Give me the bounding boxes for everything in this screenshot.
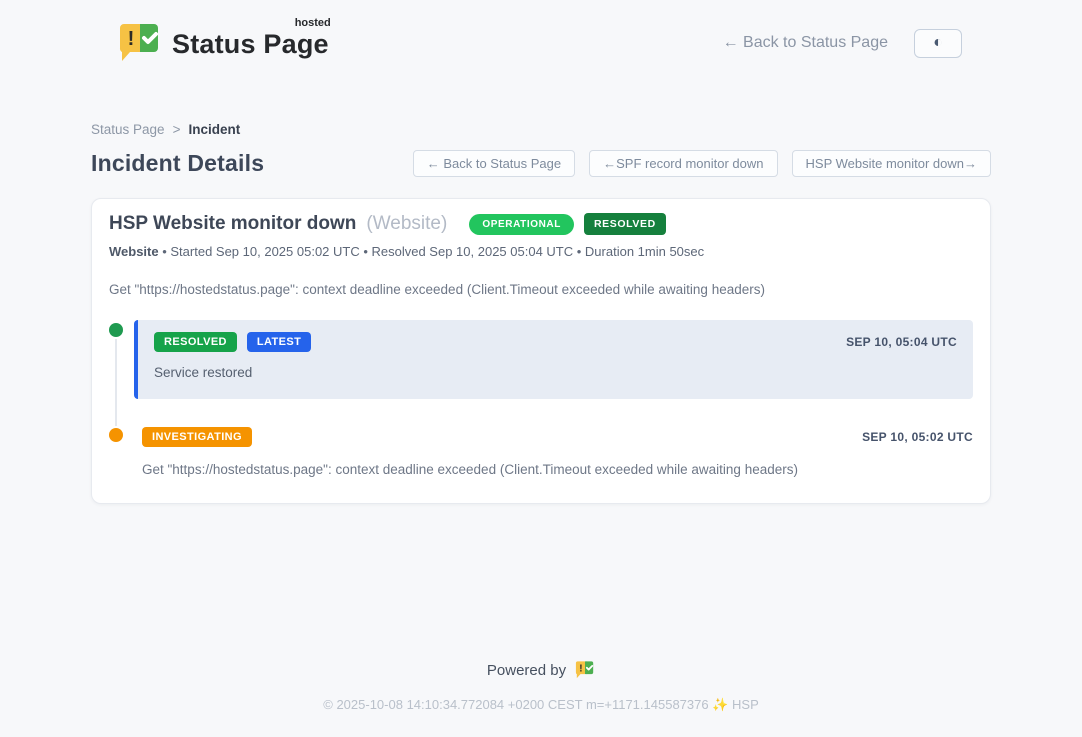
theme-toggle-button[interactable]: ◐ [914, 29, 962, 58]
timeline-entry-investigating: INVESTIGATING SEP 10, 05:02 UTC Get "htt… [134, 425, 973, 477]
incident-nav-buttons: ← Back to Status Page ←SPF record monito… [413, 150, 991, 177]
breadcrumb-incident: Incident [188, 122, 240, 137]
timeline-item-resolved: RESOLVED LATEST SEP 10, 05:04 UTC Servic… [109, 320, 973, 399]
next-incident-button[interactable]: HSP Website monitor down→ [792, 150, 991, 177]
timeline-latest-badge: LATEST [247, 332, 311, 352]
contrast-icon: ◐ [933, 34, 943, 52]
timeline-dot-orange [109, 428, 123, 442]
timeline-resolved-badge: RESOLVED [154, 332, 237, 352]
timeline-message: Service restored [154, 365, 957, 380]
incident-timeline: RESOLVED LATEST SEP 10, 05:04 UTC Servic… [109, 320, 973, 477]
brand-hosted-label: hosted [295, 17, 331, 29]
timeline-investigating-badge: INVESTIGATING [142, 427, 252, 447]
operational-badge: OPERATIONAL [469, 214, 574, 235]
timeline-item-investigating: INVESTIGATING SEP 10, 05:02 UTC Get "htt… [109, 425, 973, 477]
incident-card: HSP Website monitor down (Website) OPERA… [91, 198, 991, 504]
svg-text:!: ! [579, 663, 582, 674]
breadcrumb-status-page[interactable]: Status Page [91, 122, 165, 137]
page-title: Incident Details [91, 150, 264, 177]
back-to-status-page-button[interactable]: ← Back to Status Page [413, 150, 575, 177]
incident-meta-times: • Started Sep 10, 2025 05:02 UTC • Resol… [159, 244, 705, 259]
resolved-badge: RESOLVED [584, 213, 666, 235]
timeline-timestamp: SEP 10, 05:02 UTC [862, 430, 973, 444]
breadcrumb: Status Page > Incident [91, 122, 991, 137]
incident-meta: Website • Started Sep 10, 2025 05:02 UTC… [109, 244, 973, 259]
statuspage-logo-icon: ! [118, 21, 162, 65]
main-content: Status Page > Incident Incident Details … [91, 122, 991, 504]
timeline-message: Get "https://hostedstatus.page": context… [142, 462, 973, 477]
footer: Powered by ! © 2025-10-08 14:10:34.77208… [0, 660, 1082, 737]
brand: ! hosted Status Page [118, 21, 329, 65]
timeline-entry-latest: RESOLVED LATEST SEP 10, 05:04 UTC Servic… [134, 320, 973, 399]
header: ! hosted Status Page ← Back to Status Pa… [0, 0, 1082, 72]
brand-name: Status Page [172, 29, 329, 59]
timeline-timestamp: SEP 10, 05:04 UTC [846, 335, 957, 349]
incident-component: (Website) [366, 213, 447, 235]
svg-text:!: ! [128, 28, 135, 50]
header-back-link[interactable]: ← Back to Status Page [723, 34, 888, 52]
breadcrumb-separator: > [173, 122, 181, 137]
incident-description: Get "https://hostedstatus.page": context… [109, 282, 973, 297]
incident-meta-component: Website [109, 244, 159, 259]
copyright-text: © 2025-10-08 14:10:34.772084 +0200 CEST … [0, 697, 1082, 713]
hsp-footer-logo-icon[interactable]: ! [575, 660, 595, 680]
timeline-dot-green [109, 323, 123, 337]
powered-by-label: Powered by [487, 662, 566, 679]
prev-incident-button[interactable]: ←SPF record monitor down [589, 150, 777, 177]
incident-title: HSP Website monitor down [109, 213, 356, 235]
